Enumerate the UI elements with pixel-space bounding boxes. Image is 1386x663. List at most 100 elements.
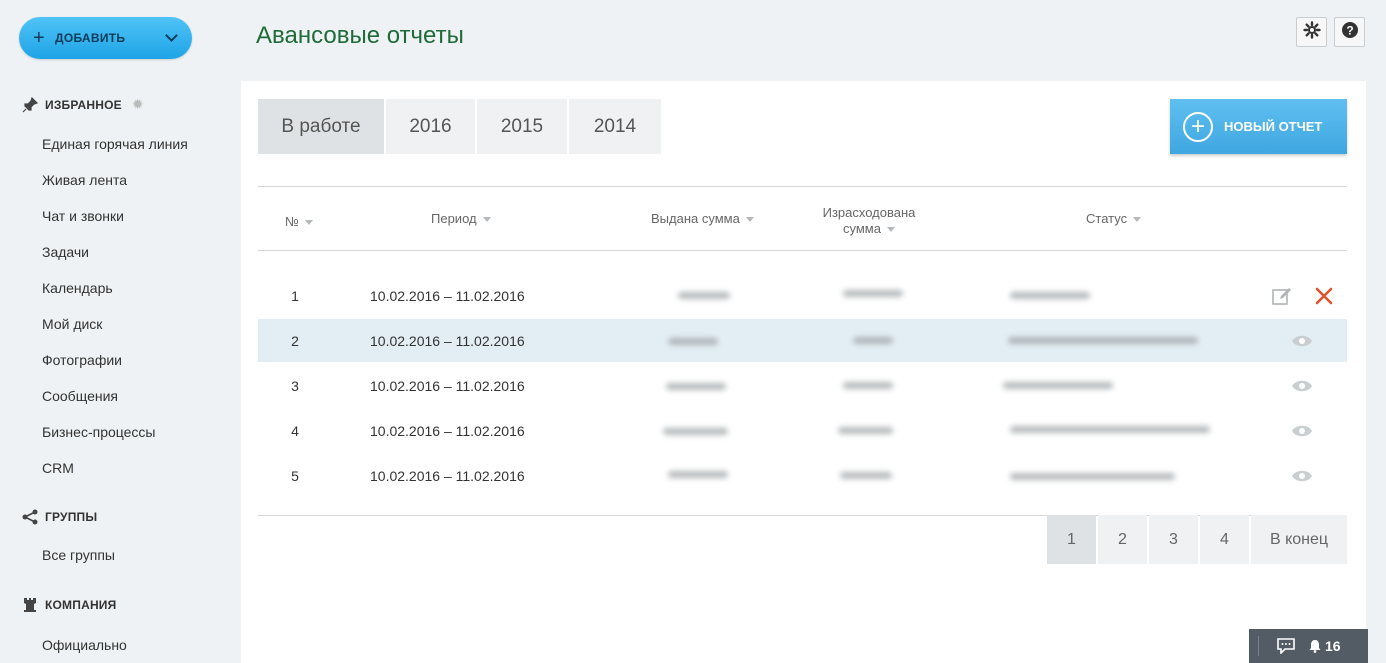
redacted-issued-amount: [668, 471, 728, 478]
column-header-num[interactable]: №: [285, 214, 313, 230]
page-3[interactable]: 3: [1149, 515, 1198, 564]
eye-icon[interactable]: [1291, 467, 1313, 485]
row-period: 10.02.2016 – 11.02.2016: [370, 423, 525, 439]
bottom-bar: 16: [1249, 629, 1368, 663]
sidebar-item-bizproc[interactable]: Бизнес-процессы: [42, 424, 155, 440]
share-icon: [22, 509, 38, 525]
sidebar-item-chat[interactable]: Чат и звонки: [42, 208, 124, 224]
add-button-label: ДОБАВИТЬ: [54, 31, 126, 45]
edit-icon[interactable]: [1271, 285, 1293, 307]
column-header-period[interactable]: Период: [431, 211, 491, 227]
column-header-label: Израсходована сумма: [822, 205, 916, 236]
main-panel: В работе 2016 2015 2014 + НОВЫЙ ОТЧЕТ № …: [241, 81, 1366, 663]
eye-icon[interactable]: [1291, 377, 1313, 395]
redacted-spent-amount: [838, 427, 893, 434]
page-2[interactable]: 2: [1098, 515, 1147, 564]
bell-icon: [1309, 639, 1321, 653]
column-header-status[interactable]: Статус: [1086, 211, 1142, 227]
tower-icon: [22, 597, 38, 613]
sidebar-item-calendar[interactable]: Календарь: [42, 280, 113, 296]
page-1[interactable]: 1: [1047, 515, 1096, 564]
help-button[interactable]: ?: [1334, 17, 1365, 47]
chevron-down-icon: [165, 29, 178, 42]
notifications-button[interactable]: 16: [1309, 638, 1341, 654]
section-groups[interactable]: ГРУППЫ: [22, 509, 97, 525]
section-groups-title: ГРУППЫ: [45, 510, 98, 524]
tab-2014[interactable]: 2014: [569, 99, 661, 154]
plus-icon: +: [33, 27, 45, 49]
column-header-label: Период: [431, 211, 477, 226]
redacted-status: [1008, 337, 1198, 344]
divider: [1258, 636, 1259, 656]
row-number: 1: [291, 288, 299, 304]
page-title: Авансовые отчеты: [256, 22, 464, 49]
row-number: 3: [291, 378, 299, 394]
table-row[interactable]: 1 10.02.2016 – 11.02.2016: [258, 274, 1347, 317]
section-company[interactable]: КОМПАНИЯ: [22, 597, 116, 613]
column-header-label: Выдана сумма: [651, 211, 740, 226]
table-row[interactable]: 2 10.02.2016 – 11.02.2016: [258, 319, 1347, 362]
redacted-spent-amount: [843, 290, 903, 297]
new-report-label: НОВЫЙ ОТЧЕТ: [1224, 119, 1323, 134]
gear-icon[interactable]: ✹: [132, 96, 144, 113]
sort-arrow-icon: [482, 217, 491, 223]
table-top-divider: [258, 186, 1347, 187]
settings-button[interactable]: [1296, 17, 1327, 47]
sidebar-item-messages[interactable]: Сообщения: [42, 388, 118, 404]
column-header-issued[interactable]: Выдана сумма: [651, 211, 754, 227]
eye-icon[interactable]: [1291, 332, 1313, 350]
new-report-button[interactable]: + НОВЫЙ ОТЧЕТ: [1170, 99, 1347, 154]
sort-arrow-icon: [745, 217, 754, 223]
section-favorites[interactable]: ИЗБРАННОЕ ✹: [22, 96, 144, 113]
sidebar-item-photos[interactable]: Фотографии: [42, 352, 122, 368]
row-period: 10.02.2016 – 11.02.2016: [370, 378, 525, 394]
sidebar-item-disk[interactable]: Мой диск: [42, 316, 102, 332]
sidebar-item-all-groups[interactable]: Все группы: [42, 547, 115, 563]
delete-icon[interactable]: [1313, 285, 1335, 307]
redacted-spent-amount: [840, 472, 892, 479]
add-button[interactable]: + ДОБАВИТЬ: [19, 17, 192, 59]
question-icon: ?: [1341, 21, 1359, 44]
chat-icon[interactable]: [1277, 638, 1295, 654]
row-number: 4: [291, 423, 299, 439]
redacted-issued-amount: [678, 292, 730, 299]
redacted-status: [1010, 426, 1210, 433]
sort-arrow-icon: [304, 220, 313, 226]
redacted-spent-amount: [843, 382, 893, 389]
sidebar: + ДОБАВИТЬ ИЗБРАННОЕ ✹ Единая горячая ли…: [0, 0, 241, 663]
row-period: 10.02.2016 – 11.02.2016: [370, 288, 525, 304]
tab-in-progress[interactable]: В работе: [258, 99, 384, 154]
sidebar-item-hotline[interactable]: Единая горячая линия: [42, 136, 188, 152]
column-header-spent[interactable]: Израсходована сумма: [819, 205, 919, 237]
gear-icon: [1302, 20, 1321, 44]
sort-arrow-icon: [886, 227, 895, 233]
column-header-label: №: [285, 214, 299, 229]
table-row[interactable]: 3 10.02.2016 – 11.02.2016: [258, 364, 1347, 407]
redacted-status: [1010, 292, 1090, 299]
sort-arrow-icon: [1133, 217, 1142, 223]
row-period: 10.02.2016 – 11.02.2016: [370, 333, 525, 349]
redacted-spent-amount: [853, 337, 893, 344]
pin-icon: [22, 96, 38, 113]
pagination: 1 2 3 4 В конец: [1045, 515, 1347, 564]
row-number: 2: [291, 333, 299, 349]
notification-count: 16: [1325, 638, 1341, 654]
sidebar-item-crm[interactable]: CRM: [42, 460, 74, 476]
column-header-label: Статус: [1086, 211, 1128, 226]
redacted-status: [1003, 382, 1113, 389]
table-row[interactable]: 5 10.02.2016 – 11.02.2016: [258, 454, 1347, 497]
tab-2016[interactable]: 2016: [386, 99, 475, 154]
sidebar-item-feed[interactable]: Живая лента: [42, 172, 127, 188]
tab-2015[interactable]: 2015: [477, 99, 567, 154]
eye-icon[interactable]: [1291, 422, 1313, 440]
sidebar-item-official[interactable]: Официально: [42, 637, 127, 653]
page-last[interactable]: В конец: [1251, 515, 1347, 564]
section-company-title: КОМПАНИЯ: [45, 598, 117, 612]
redacted-issued-amount: [668, 338, 718, 345]
section-favorites-title: ИЗБРАННОЕ: [45, 97, 122, 112]
sidebar-item-tasks[interactable]: Задачи: [42, 244, 89, 260]
plus-circle-icon: +: [1183, 111, 1213, 142]
row-number: 5: [291, 468, 299, 484]
page-4[interactable]: 4: [1200, 515, 1249, 564]
table-row[interactable]: 4 10.02.2016 – 11.02.2016: [258, 409, 1347, 452]
